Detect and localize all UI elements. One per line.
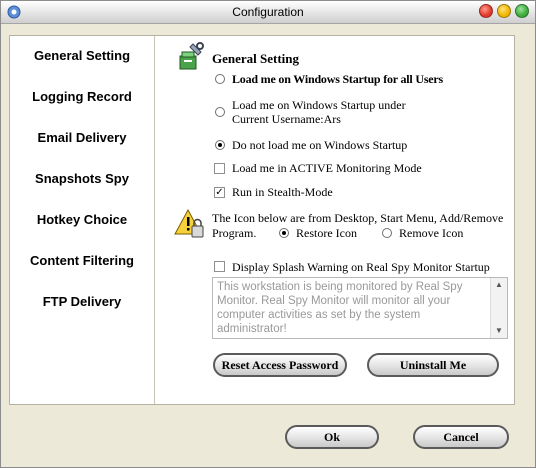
- nav-item-ftp-delivery[interactable]: FTP Delivery: [10, 294, 154, 309]
- startup-current-user-label-line1: Load me on Windows Startup under: [232, 98, 406, 112]
- startup-current-user-radio[interactable]: [215, 107, 225, 117]
- startup-none-radio[interactable]: [215, 140, 225, 150]
- settings-tools-icon: [175, 42, 205, 77]
- splash-message-textarea[interactable]: This workstation is being monitored by R…: [212, 277, 508, 339]
- warning-lock-icon: [174, 208, 206, 245]
- general-setting-content: General Setting Load me on Windows Start…: [155, 36, 513, 404]
- icons-description-line1: The Icon below are from Desktop, Start M…: [212, 211, 504, 225]
- minimize-dot-icon[interactable]: [497, 4, 511, 18]
- stealth-mode-label: Run in Stealth-Mode: [232, 185, 333, 199]
- close-dot-icon[interactable]: [479, 4, 493, 18]
- startup-all-users-radio[interactable]: [215, 74, 225, 84]
- title-bar[interactable]: Configuration: [1, 1, 535, 24]
- startup-all-users-label: Load me on Windows Startup for all Users: [232, 72, 444, 86]
- startup-none-label: Do not load me on Windows Startup: [232, 138, 408, 152]
- ok-button[interactable]: Ok: [285, 425, 379, 449]
- startup-current-user-label-line2: Current Username:Ars: [232, 112, 341, 126]
- nav-item-content-filtering[interactable]: Content Filtering: [10, 253, 154, 268]
- splash-message-text: This workstation is being monitored by R…: [217, 281, 463, 335]
- active-mode-checkbox[interactable]: [214, 163, 225, 174]
- nav-item-logging-record[interactable]: Logging Record: [10, 89, 154, 104]
- nav-item-hotkey-choice[interactable]: Hotkey Choice: [10, 212, 154, 227]
- active-mode-label: Load me in ACTIVE Monitoring Mode: [232, 161, 422, 175]
- uninstall-me-button[interactable]: Uninstall Me: [367, 353, 499, 377]
- splash-warning-label: Display Splash Warning on Real Spy Monit…: [232, 260, 490, 274]
- nav-item-general-setting[interactable]: General Setting: [10, 48, 154, 63]
- window-title: Configuration: [232, 5, 304, 19]
- stealth-mode-checkbox[interactable]: ✓: [214, 187, 225, 198]
- restore-icon-radio[interactable]: [279, 228, 289, 238]
- splash-warning-checkbox[interactable]: [214, 261, 225, 272]
- section-heading: General Setting: [212, 51, 300, 66]
- remove-icon-label: Remove Icon: [399, 226, 464, 240]
- icons-description-line2: Program.: [212, 226, 257, 240]
- nav-item-snapshots-spy[interactable]: Snapshots Spy: [10, 171, 154, 186]
- maximize-dot-icon[interactable]: [515, 4, 529, 18]
- settings-panel: General Setting Logging Record Email Del…: [9, 35, 515, 405]
- category-nav: General Setting Logging Record Email Del…: [10, 36, 155, 404]
- textarea-scrollbar[interactable]: ▲ ▼: [490, 278, 507, 338]
- nav-item-email-delivery[interactable]: Email Delivery: [10, 130, 154, 145]
- scroll-up-icon[interactable]: ▲: [491, 278, 507, 292]
- restore-icon-label: Restore Icon: [296, 226, 357, 240]
- configuration-window: Configuration General Setting Logging Re…: [0, 0, 536, 468]
- reset-access-password-button[interactable]: Reset Access Password: [213, 353, 347, 377]
- cancel-button[interactable]: Cancel: [413, 425, 509, 449]
- remove-icon-radio[interactable]: [382, 228, 392, 238]
- scroll-down-icon[interactable]: ▼: [491, 324, 507, 338]
